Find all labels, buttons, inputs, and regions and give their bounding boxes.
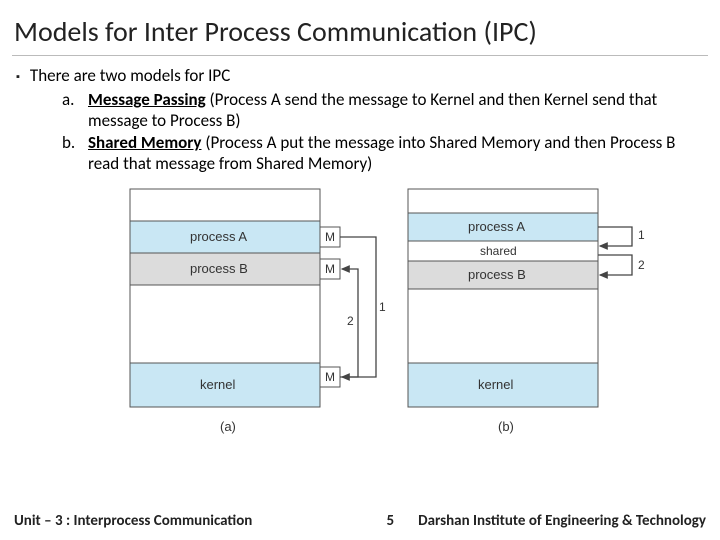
subitem-b: b. Shared Memory (Process A put the mess… — [62, 133, 704, 174]
fig-b-shared: shared — [480, 244, 517, 258]
subitem-a: a. Message Passing (Process A send the m… — [62, 90, 704, 131]
footer-left: Unit – 3 : Interprocess Communication — [14, 512, 252, 530]
fig-a-num1: 1 — [379, 300, 386, 314]
footer: Unit – 3 : Interprocess Communication 5 … — [0, 512, 720, 530]
fig-b-kernel: kernel — [478, 377, 514, 392]
bullet-text: There are two models for IPC — [30, 66, 230, 88]
fig-a-m1: M — [325, 230, 335, 244]
fig-b-process-b: process B — [468, 267, 526, 282]
fig-a-process-a: process A — [190, 229, 247, 244]
fig-a-kernel: kernel — [200, 377, 236, 392]
fig-b-process-a: process A — [468, 219, 525, 234]
fig-b-num1: 1 — [638, 228, 645, 242]
subitem-b-label: b. — [62, 133, 82, 174]
subitem-a-keyword: Message Passing — [88, 89, 206, 110]
ipc-figure: .bx{stroke:#555;stroke-width:1} .wh{fill… — [0, 177, 720, 477]
page-title: Models for Inter Process Communication (… — [0, 0, 720, 55]
fig-a-num2: 2 — [347, 314, 354, 328]
footer-right: Darshan Institute of Engineering & Techn… — [418, 512, 706, 530]
fig-a-process-b: process B — [190, 261, 248, 276]
content-block: ▪ There are two models for IPC a. Messag… — [0, 56, 720, 175]
subitem-b-keyword: Shared Memory — [88, 132, 201, 153]
fig-a-m3: M — [325, 370, 335, 384]
bullet-item: ▪ There are two models for IPC — [16, 66, 704, 88]
fig-a-label: (a) — [220, 419, 236, 434]
fig-a-m2: M — [325, 262, 335, 276]
subitem-a-label: a. — [62, 90, 82, 131]
bullet-marker: ▪ — [16, 66, 20, 88]
fig-b-label: (b) — [498, 419, 514, 434]
footer-page: 5 — [387, 512, 395, 530]
fig-b-num2: 2 — [638, 258, 645, 272]
